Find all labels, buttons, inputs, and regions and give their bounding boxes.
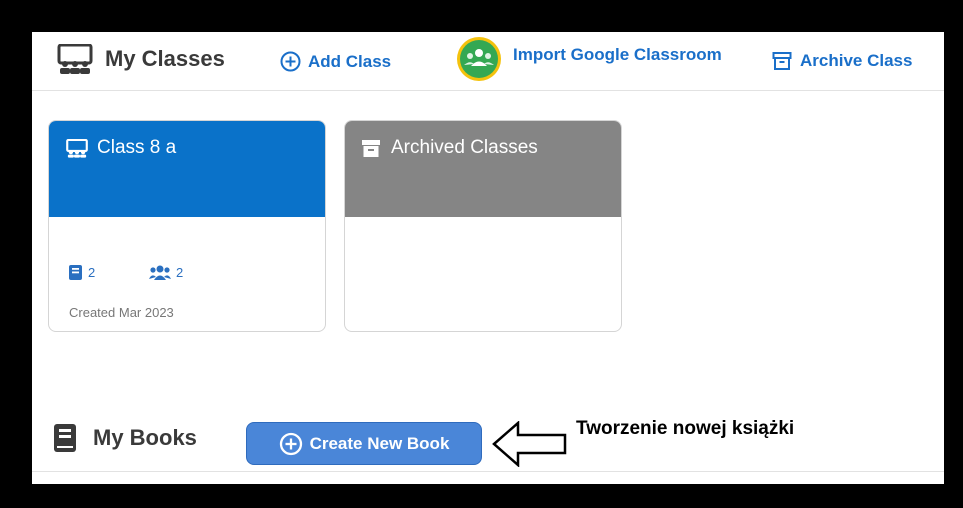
archived-card-title-row: Archived Classes	[362, 137, 538, 159]
plus-circle-icon	[280, 51, 301, 72]
books-count-stat: 2	[69, 265, 95, 280]
class-card-header: Class 8 a	[49, 121, 325, 217]
classes-header: My Classes Add Class Import Google Class…	[32, 32, 944, 91]
create-new-book-button[interactable]: Create New Book	[246, 422, 482, 465]
annotation-text: Tworzenie nowej książki	[576, 418, 795, 439]
archived-classes-card[interactable]: Archived Classes	[344, 120, 622, 332]
divider	[32, 471, 944, 472]
book-icon	[54, 424, 76, 452]
archive-class-label: Archive Class	[800, 51, 913, 70]
archived-classes-title: Archived Classes	[391, 137, 538, 158]
my-books-title: My Books	[93, 425, 197, 450]
class-name: Class 8 a	[97, 137, 177, 158]
archive-box-icon	[362, 139, 380, 157]
page-title: My Classes	[105, 46, 225, 71]
archive-class-button[interactable]: Archive Class	[772, 51, 912, 71]
import-google-label: Import Google Classroom	[513, 45, 722, 64]
archive-box-icon	[772, 52, 792, 70]
students-count: 2	[176, 265, 184, 280]
students-count-stat: 2	[149, 265, 183, 280]
arrow-left-icon	[492, 421, 567, 467]
my-classes-heading: My Classes	[57, 44, 225, 74]
add-class-label: Add Class	[308, 51, 392, 71]
class-card[interactable]: Class 8 a 2 2 Created Mar 2023	[48, 120, 326, 332]
classroom-icon	[57, 44, 93, 74]
add-class-button[interactable]: Add Class	[280, 51, 391, 72]
users-icon	[149, 265, 171, 280]
books-count: 2	[88, 265, 96, 280]
book-icon	[69, 265, 82, 280]
create-new-book-label: Create New Book	[309, 433, 450, 453]
class-card-title-row: Class 8 a	[66, 137, 176, 159]
plus-circle-icon	[279, 432, 302, 455]
my-books-heading: My Books	[54, 424, 197, 452]
google-classroom-icon	[457, 37, 501, 81]
created-date: Created Mar 2023	[69, 305, 174, 320]
classroom-icon	[66, 138, 88, 158]
import-google-classroom-button[interactable]: Import Google Classroom	[456, 36, 722, 82]
app-frame: My Classes Add Class Import Google Class…	[32, 32, 944, 484]
archived-card-header: Archived Classes	[345, 121, 621, 217]
